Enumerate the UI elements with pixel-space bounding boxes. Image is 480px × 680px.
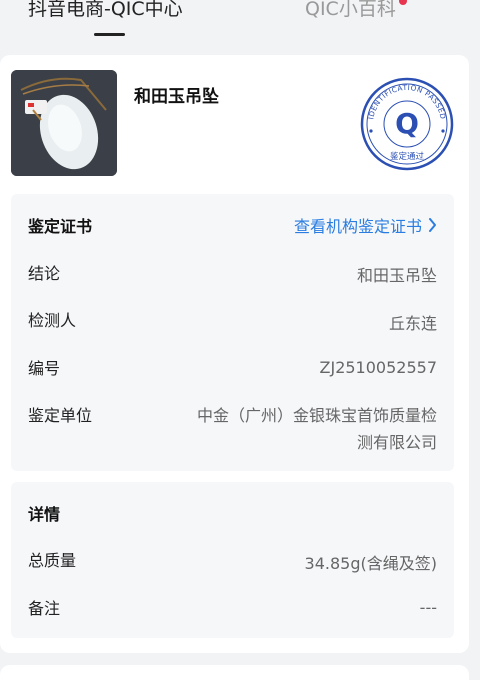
appraisal-card: 和田玉吊坠 IDENTIFICATION PASSED Q 鉴定通过 鉴定证书 … (0, 55, 469, 653)
inspector-label: 检测人 (28, 311, 77, 330)
svg-text:鉴定通过: 鉴定通过 (390, 151, 425, 162)
active-tab-indicator (94, 33, 125, 36)
next-card (0, 665, 469, 680)
tab-qic-wiki[interactable]: QIC小百科 (305, 0, 396, 21)
appraisal-org-label: 鉴定单位 (28, 406, 93, 425)
conclusion-value: 和田玉吊坠 (356, 266, 437, 285)
appraisal-org-line1: 中金（广州）金银珠宝首饰质量检 (196, 406, 437, 425)
top-tab-bar: 抖音电商-QIC中心 QIC小百科 (0, 0, 480, 44)
total-weight-label: 总质量 (28, 551, 77, 570)
remark-value: --- (419, 598, 437, 617)
serial-number-value: ZJ2510052557 (319, 358, 437, 377)
certificate-title: 鉴定证书 (28, 217, 93, 236)
view-certificate-link[interactable]: 查看机构鉴定证书 (294, 213, 437, 237)
view-certificate-label: 查看机构鉴定证书 (293, 217, 422, 236)
total-weight-value: 34.85g(含绳及签) (304, 554, 437, 573)
conclusion-label: 结论 (28, 264, 61, 283)
chevron-right-icon (429, 218, 436, 232)
appraisal-org-line2: 测有限公司 (356, 433, 437, 452)
notification-dot (399, 0, 407, 5)
details-title: 详情 (28, 505, 61, 524)
tab-qic-center[interactable]: 抖音电商-QIC中心 (28, 0, 183, 21)
certificate-section: 鉴定证书 查看机构鉴定证书 结论 和田玉吊坠 检测人 丘东连 编号 ZJ2510… (11, 194, 454, 471)
identification-passed-seal-icon: IDENTIFICATION PASSED Q 鉴定通过 (360, 77, 454, 171)
serial-number-label: 编号 (28, 359, 61, 378)
inspector-value: 丘东连 (388, 314, 437, 333)
product-name: 和田玉吊坠 (134, 87, 219, 107)
svg-text:Q: Q (395, 107, 419, 140)
product-image[interactable] (11, 70, 117, 176)
details-section: 详情 总质量 34.85g(含绳及签) 备注 --- (11, 482, 454, 638)
jade-pendant-image (11, 70, 117, 176)
appraisal-org-value: 中金（广州）金银珠宝首饰质量检 测有限公司 (147, 402, 437, 456)
remark-label: 备注 (28, 599, 61, 618)
